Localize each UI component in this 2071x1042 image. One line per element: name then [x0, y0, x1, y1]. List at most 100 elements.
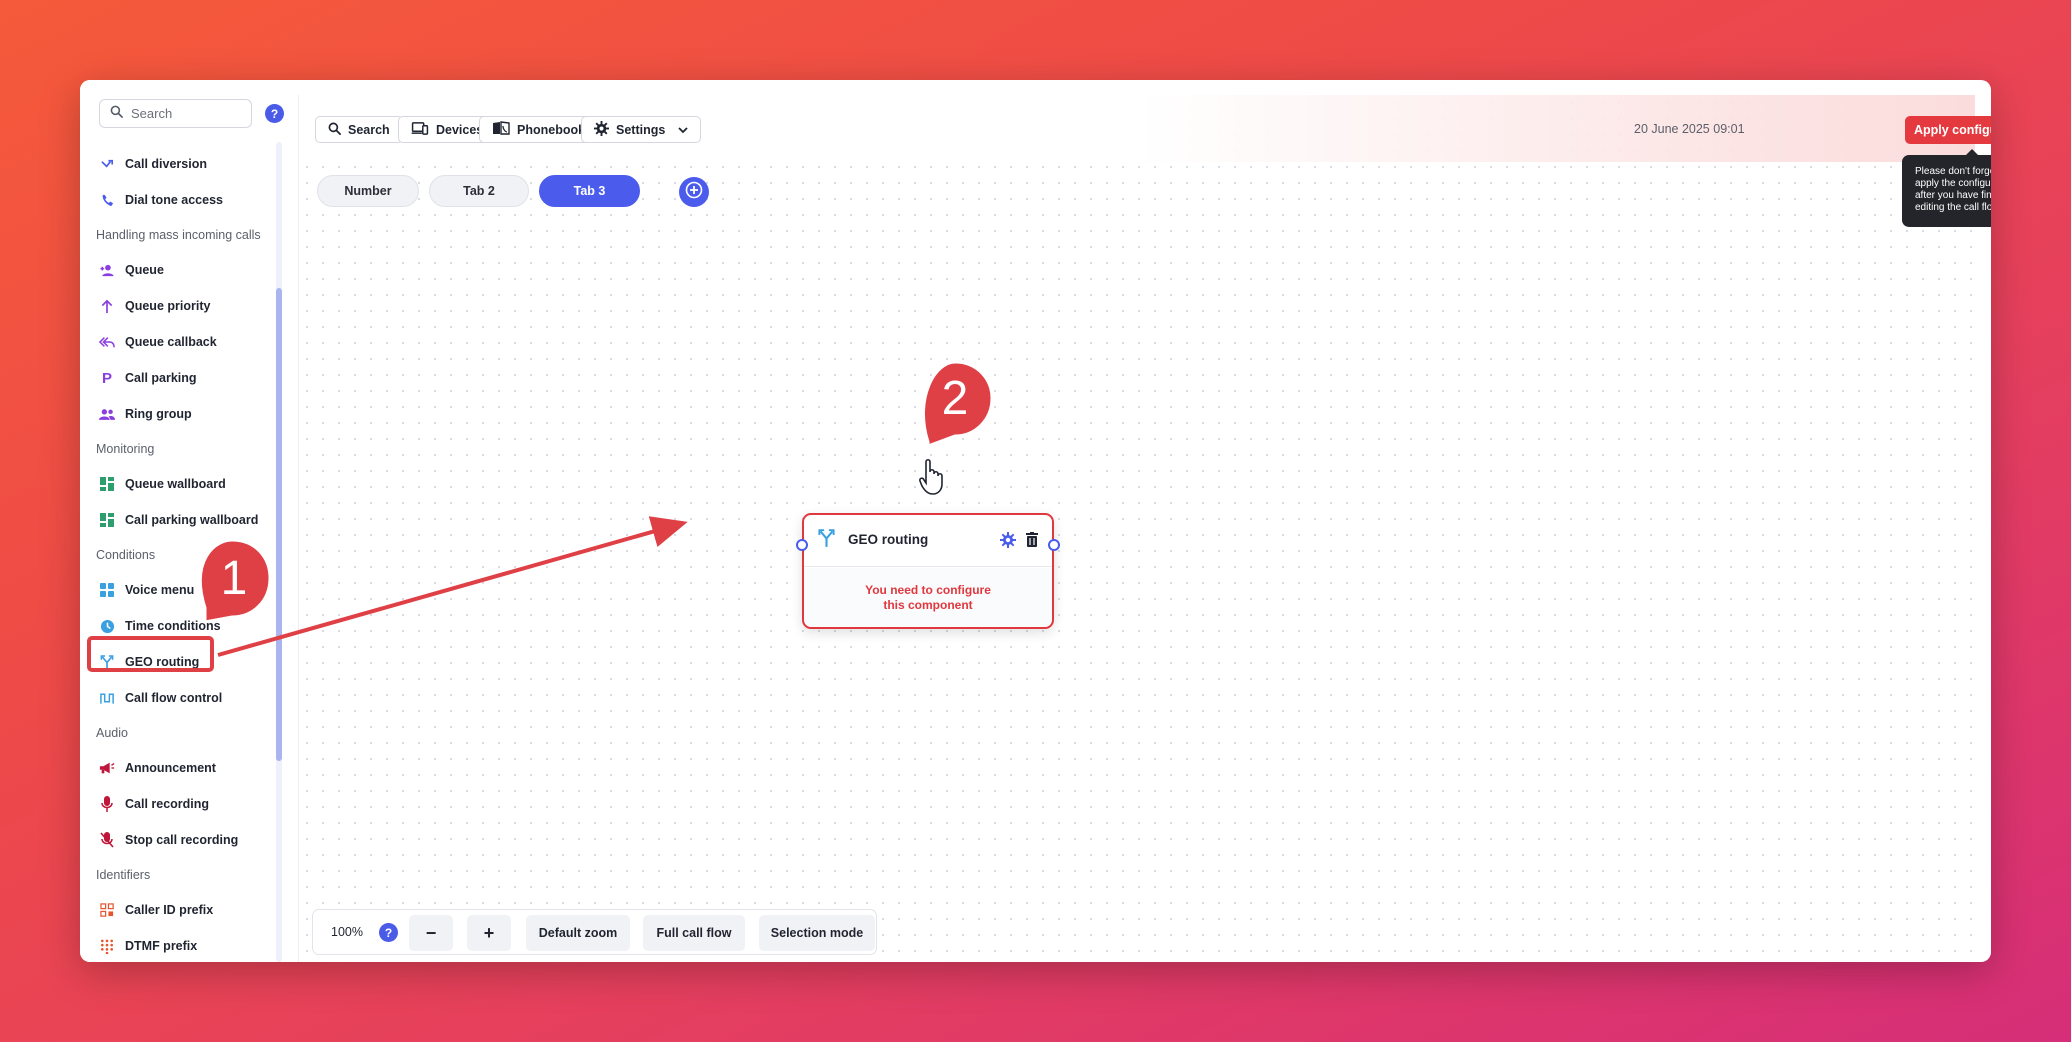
sidebar-item-dial-tone-access[interactable]: Dial tone access	[80, 182, 280, 218]
node-title: GEO routing	[848, 532, 929, 547]
group-icon	[99, 406, 115, 422]
zoom-in-button[interactable]: +	[467, 915, 511, 951]
sidebar-item-label: Queue callback	[125, 335, 217, 349]
sidebar-search-box[interactable]	[99, 99, 252, 128]
search-icon	[328, 122, 341, 138]
zoom-help-button[interactable]: ?	[379, 923, 398, 942]
full-call-flow-button[interactable]: Full call flow	[643, 915, 745, 951]
call-flow-canvas[interactable]: Search Devices Phonebooks Settings 20 Ju…	[298, 95, 1991, 962]
sidebar-item-label: Call parking wallboard	[125, 513, 259, 527]
sidebar-item-stop-call-recording[interactable]: Stop call recording	[80, 822, 280, 858]
sidebar-item-dtmf-prefix[interactable]: DTMF prefix	[80, 928, 280, 962]
sidebar-item-call-recording[interactable]: Call recording	[80, 786, 280, 822]
phonebook-icon	[492, 121, 510, 138]
sidebar-item-voice-menu[interactable]: Voice menu	[80, 572, 280, 608]
microphone-icon	[99, 796, 115, 812]
gear-icon	[594, 120, 609, 139]
sidebar-item-queue[interactable]: Queue	[80, 252, 280, 288]
sidebar-item-call-parking-wallboard[interactable]: Call parking wallboard	[80, 502, 280, 538]
sidebar-item-label: Call diversion	[125, 157, 207, 171]
sidebar-item-announcement[interactable]: Announcement	[80, 750, 280, 786]
sidebar-item-caller-id-prefix[interactable]: Caller ID prefix	[80, 892, 280, 928]
sidebar-scrollbar[interactable]	[276, 142, 282, 962]
arrow-up-icon	[99, 298, 115, 314]
split-route-icon	[99, 654, 115, 670]
split-route-icon	[818, 529, 835, 553]
prefix-icon	[99, 902, 115, 918]
sidebar-item-label: Voice menu	[125, 583, 195, 597]
sidebar-item-label: Queue wallboard	[125, 477, 226, 491]
sidebar-item-queue-wallboard[interactable]: Queue wallboard	[80, 466, 280, 502]
sidebar-section-title: Identifiers	[96, 868, 151, 882]
sidebar-item-call-parking[interactable]: P Call parking	[80, 360, 280, 396]
sidebar-item-geo-routing[interactable]: GEO routing	[80, 644, 280, 680]
tab-tab-2[interactable]: Tab 2	[429, 175, 529, 207]
sidebar-item-label: Call flow control	[125, 691, 223, 705]
add-tab-button[interactable]	[679, 177, 709, 207]
sidebar-item-label: GEO routing	[125, 655, 200, 669]
zoom-toolbar: 100% ? − + Default zoom Full call flow S…	[312, 909, 877, 955]
sidebar-component-list: Call diversion Dial tone access Handling…	[80, 146, 280, 962]
sidebar-item-call-flow-control[interactable]: Call flow control	[80, 680, 280, 716]
microphone-off-icon	[99, 832, 115, 848]
sidebar-search-input[interactable]	[131, 106, 231, 121]
sidebar-section-title: Handling mass incoming calls	[96, 228, 261, 242]
sidebar-item-call-diversion[interactable]: Call diversion	[80, 146, 280, 182]
search-button[interactable]: Search	[315, 116, 403, 143]
sidebar-item-label: Stop call recording	[125, 833, 239, 847]
sidebar-item-queue-priority[interactable]: Queue priority	[80, 288, 280, 324]
node-settings-gear-icon[interactable]	[1000, 532, 1016, 553]
queue-icon	[99, 262, 115, 278]
grid-icon	[99, 582, 115, 598]
selection-mode-button[interactable]: Selection mode	[759, 915, 875, 951]
zoom-level: 100%	[331, 925, 363, 939]
sidebar-item-label: Dial tone access	[125, 193, 223, 207]
component-sidebar: ? Call diversion Dial tone access Handli…	[80, 80, 298, 962]
sidebar-item-label: Call parking	[125, 371, 197, 385]
zoom-out-button[interactable]: −	[409, 915, 453, 951]
sidebar-section-title: Monitoring	[96, 442, 155, 456]
sidebar-item-label: Queue priority	[125, 299, 211, 313]
sidebar-item-label: DTMF prefix	[125, 939, 198, 953]
node-config-warning: You need to configure this component	[865, 582, 991, 612]
tab-number[interactable]: Number	[317, 175, 419, 207]
sidebar-item-time-conditions[interactable]: Time conditions	[80, 608, 280, 644]
chevron-down-icon	[678, 123, 688, 137]
megaphone-icon	[99, 760, 115, 776]
sidebar-item-label: Call recording	[125, 797, 210, 811]
node-header: GEO routing	[804, 515, 1052, 567]
sidebar-section-title: Audio	[96, 726, 128, 740]
wallboard-icon	[99, 476, 115, 492]
node-delete-trash-icon[interactable]	[1026, 532, 1038, 552]
dial-tone-icon	[99, 192, 115, 208]
node-output-port[interactable]	[1048, 539, 1060, 551]
callback-icon	[99, 334, 115, 350]
node-body: You need to configure this component	[804, 568, 1052, 627]
geo-routing-node[interactable]: GEO routing You need to configure this c…	[796, 513, 1060, 629]
flow-control-icon	[99, 690, 115, 706]
node-input-port[interactable]	[796, 539, 808, 551]
apply-configuration-tooltip: Please don't forget to apply the configu…	[1902, 149, 1991, 227]
settings-button-label: Settings	[616, 122, 666, 137]
sidebar-section-title: Conditions	[96, 548, 156, 562]
clock-icon	[99, 618, 115, 634]
sidebar-item-ring-group[interactable]: Ring group	[80, 396, 280, 432]
search-icon	[110, 105, 123, 123]
tab-tab-3[interactable]: Tab 3	[539, 175, 640, 207]
devices-icon	[411, 121, 429, 138]
apply-configuration-button[interactable]: Apply configuration	[1905, 116, 1991, 144]
last-saved-timestamp: 20 June 2025 09:01	[1634, 122, 1745, 136]
settings-dropdown[interactable]: Settings	[581, 116, 702, 143]
sidebar-item-label: Queue	[125, 263, 164, 277]
sidebar-item-queue-callback[interactable]: Queue callback	[80, 324, 280, 360]
default-zoom-button[interactable]: Default zoom	[526, 915, 630, 951]
sidebar-item-label: Announcement	[125, 761, 216, 775]
dialpad-icon	[99, 938, 115, 954]
app-window: ? Call diversion Dial tone access Handli…	[80, 80, 1991, 962]
devices-button-label: Devices	[436, 122, 484, 137]
sidebar-item-label: Time conditions	[125, 619, 221, 633]
sidebar-scroll-thumb[interactable]	[276, 288, 282, 761]
sidebar-item-label: Ring group	[125, 407, 192, 421]
sidebar-help-button[interactable]: ?	[265, 104, 284, 123]
parking-icon: P	[101, 369, 112, 387]
